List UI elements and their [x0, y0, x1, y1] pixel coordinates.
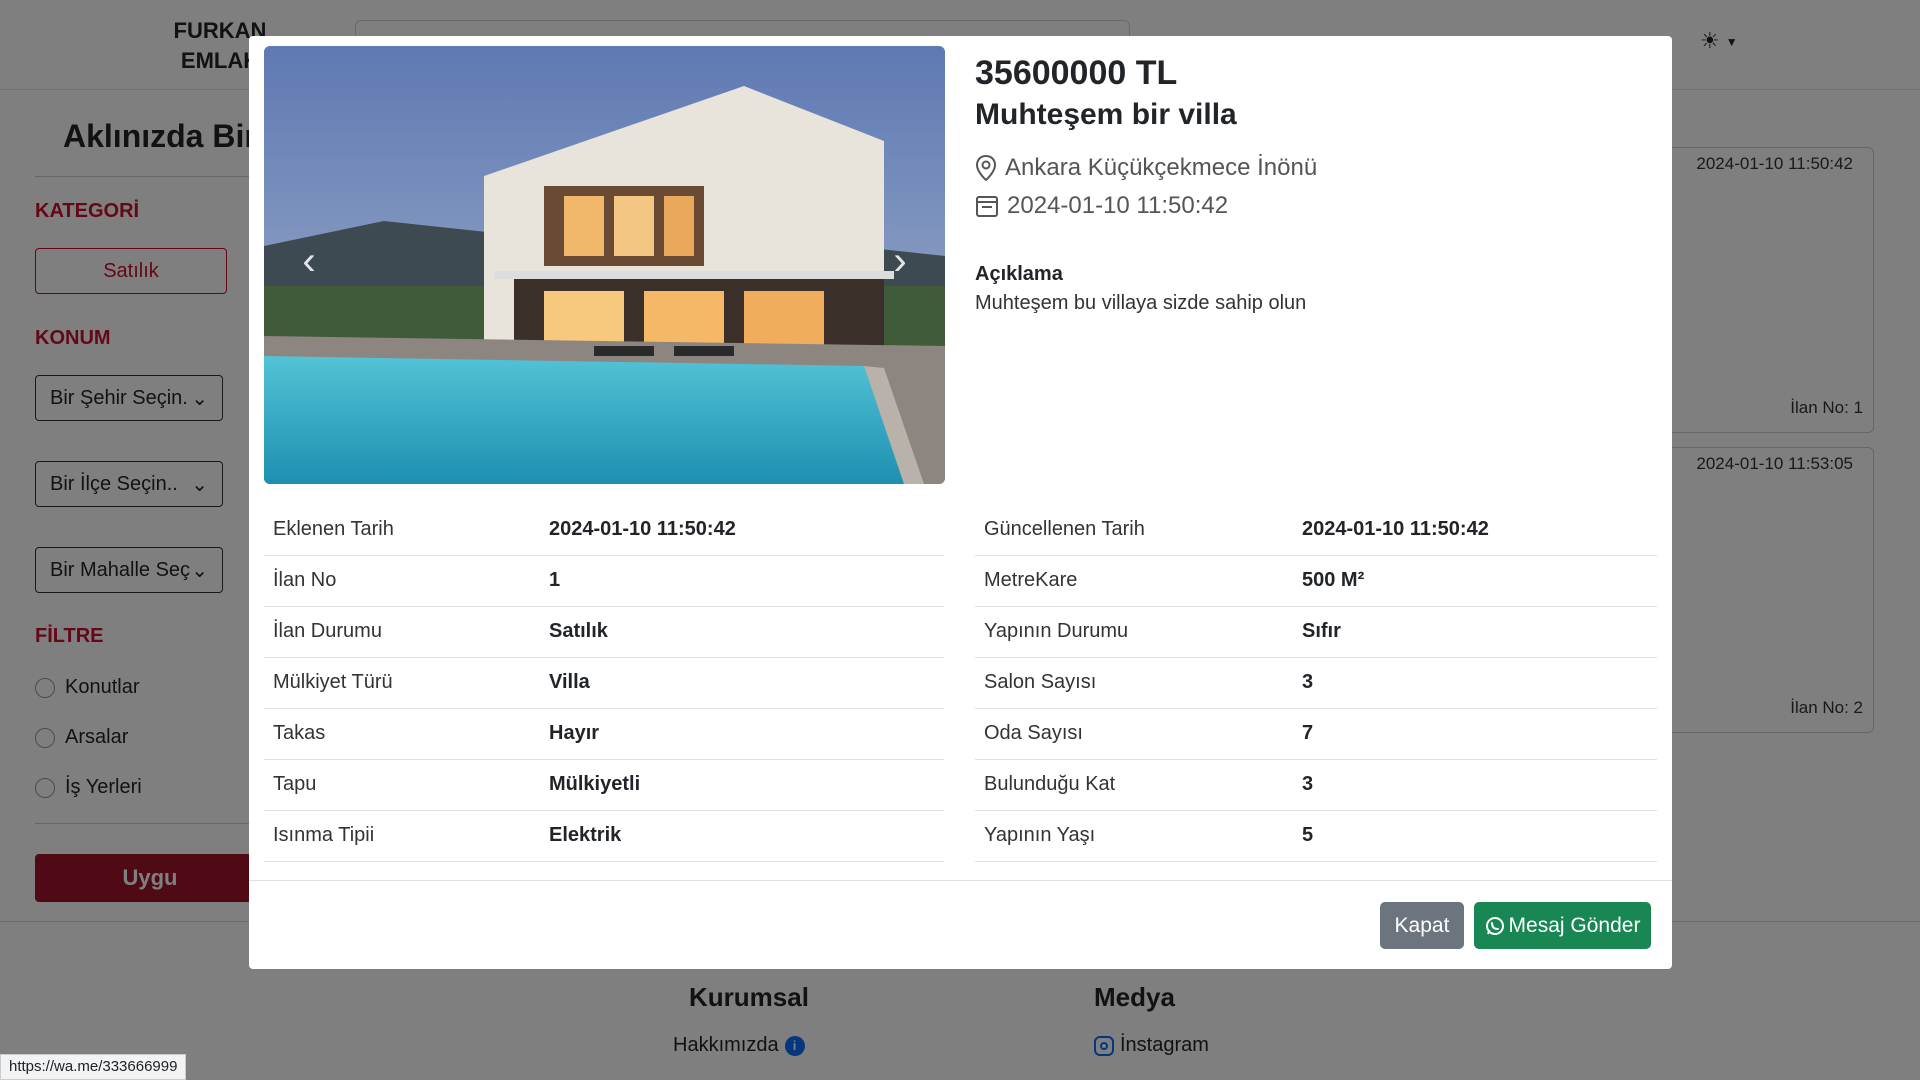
- spec-value: 2024-01-10 11:50:42: [540, 504, 944, 556]
- listing-title: Muhteşem bir villa: [975, 98, 1237, 131]
- table-row: İlan No 1: [264, 555, 944, 607]
- chevron-right-icon: ›: [893, 238, 907, 283]
- table-row: Salon Sayısı 3: [975, 657, 1657, 709]
- spec-label: İlan Durumu: [264, 606, 540, 658]
- spec-label: Isınma Tipii: [264, 810, 540, 862]
- villa-photo: [264, 46, 945, 484]
- spec-label: Yapının Yaşı: [975, 810, 1293, 862]
- spec-value: Villa: [540, 657, 944, 709]
- table-row: Takas Hayır: [264, 708, 944, 760]
- whatsapp-button-label: Mesaj Gönder: [1508, 913, 1641, 937]
- spec-table-left: Eklenen Tarih 2024-01-10 11:50:42 İlan No…: [264, 504, 944, 862]
- listing-date: 2024-01-10 11:50:42: [975, 192, 1228, 220]
- description-heading: Açıklama: [975, 263, 1063, 285]
- table-row: MetreKare 500 M²: [975, 555, 1657, 607]
- spec-value: 2024-01-10 11:50:42: [1293, 504, 1657, 556]
- close-button[interactable]: Kapat: [1380, 902, 1464, 949]
- spec-label: MetreKare: [975, 555, 1293, 607]
- table-row: Eklenen Tarih 2024-01-10 11:50:42: [264, 504, 944, 556]
- table-row: Oda Sayısı 7: [975, 708, 1657, 760]
- table-row: Bulunduğu Kat 3: [975, 759, 1657, 811]
- modal-footer-divider: [249, 880, 1672, 881]
- whatsapp-icon: [1485, 916, 1504, 935]
- spec-value: 3: [1293, 657, 1657, 709]
- table-row: Tapu Mülkiyetli: [264, 759, 944, 811]
- spec-value: Mülkiyetli: [540, 759, 944, 811]
- spec-label: Bulunduğu Kat: [975, 759, 1293, 811]
- spec-value: 1: [540, 555, 944, 607]
- spec-label: Yapının Durumu: [975, 606, 1293, 658]
- description-text: Muhteşem bu villaya sizde sahip olun: [975, 292, 1307, 314]
- table-row: Yapının Durumu Sıfır: [975, 606, 1657, 658]
- spec-value: Satılık: [540, 606, 944, 658]
- table-row: Mülkiyet Türü Villa: [264, 657, 944, 709]
- status-bar-url: https://wa.me/333666999: [0, 1054, 187, 1080]
- table-row: Yapının Yaşı 5: [975, 810, 1657, 862]
- carousel-prev-button[interactable]: ‹: [289, 236, 329, 286]
- spec-value: Sıfır: [1293, 606, 1657, 658]
- spec-value: 500 M²: [1293, 555, 1657, 607]
- spec-label: Tapu: [264, 759, 540, 811]
- spec-label: Takas: [264, 708, 540, 760]
- spec-label: Salon Sayısı: [975, 657, 1293, 709]
- table-row: Güncellenen Tarih 2024-01-10 11:50:42: [975, 504, 1657, 556]
- whatsapp-message-button[interactable]: Mesaj Gönder: [1474, 902, 1651, 949]
- spec-value: 5: [1293, 810, 1657, 862]
- spec-value: Hayır: [540, 708, 944, 760]
- table-row: Isınma Tipii Elektrik: [264, 810, 944, 862]
- spec-label: Oda Sayısı: [975, 708, 1293, 760]
- spec-label: İlan No: [264, 555, 540, 607]
- spec-label: Güncellenen Tarih: [975, 504, 1293, 556]
- spec-label: Eklenen Tarih: [264, 504, 540, 556]
- photo-carousel: ‹ ›: [264, 46, 945, 484]
- spec-label: Mülkiyet Türü: [264, 657, 540, 709]
- date-text: 2024-01-10 11:50:42: [1007, 192, 1229, 219]
- listing-price: 35600000 TL: [975, 54, 1178, 92]
- spec-value: Elektrik: [540, 810, 944, 862]
- listing-location: Ankara Küçükçekmece İnönü: [975, 154, 1317, 182]
- spec-value: 3: [1293, 759, 1657, 811]
- map-pin-icon: [975, 155, 997, 181]
- spec-table-right: Güncellenen Tarih 2024-01-10 11:50:42 Met…: [975, 504, 1657, 862]
- table-row: İlan Durumu Satılık: [264, 606, 944, 658]
- spec-value: 7: [1293, 708, 1657, 760]
- location-text: Ankara Küçükçekmece İnönü: [1005, 154, 1318, 181]
- calendar-icon: [976, 196, 998, 217]
- listing-detail-modal: ‹ › 35600000 TL Muhteşem bir villa Ankar…: [249, 36, 1672, 969]
- carousel-next-button[interactable]: ›: [880, 236, 920, 286]
- chevron-left-icon: ‹: [302, 238, 316, 283]
